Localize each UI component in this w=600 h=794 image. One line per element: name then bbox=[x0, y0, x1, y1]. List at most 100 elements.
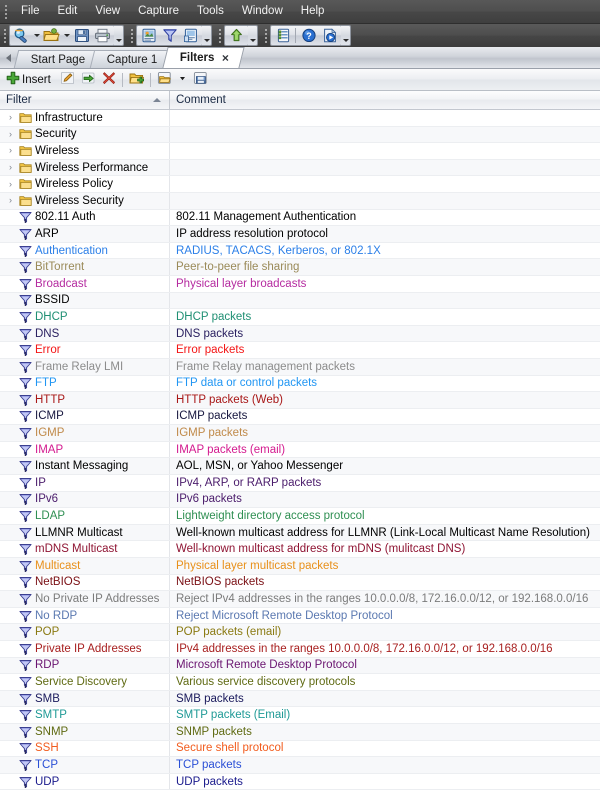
open-folder-icon[interactable] bbox=[41, 26, 62, 45]
table-row[interactable]: No RDPReject Microsoft Remote Desktop Pr… bbox=[0, 608, 600, 625]
menu-item-edit[interactable]: Edit bbox=[49, 2, 87, 21]
table-row[interactable]: ›Wireless bbox=[0, 143, 600, 160]
table-row[interactable]: No Private IP AddressesReject IPv4 addre… bbox=[0, 591, 600, 608]
menu-item-help[interactable]: Help bbox=[292, 2, 334, 21]
open-dropdown-caret[interactable] bbox=[62, 26, 71, 45]
table-row[interactable]: Service DiscoveryVarious service discove… bbox=[0, 674, 600, 691]
table-row[interactable]: Instant MessagingAOL, MSN, or Yahoo Mess… bbox=[0, 458, 600, 475]
table-row[interactable]: SNMPSNMP packets bbox=[0, 724, 600, 741]
table-row[interactable]: LLMNR MulticastWell-known multicast addr… bbox=[0, 525, 600, 542]
table-row[interactable]: AuthenticationRADIUS, TACACS, Kerberos, … bbox=[0, 243, 600, 260]
table-row[interactable]: POPPOP packets (email) bbox=[0, 624, 600, 641]
funnel-icon bbox=[17, 293, 34, 307]
duplicate-button[interactable] bbox=[78, 70, 99, 89]
details-list-icon[interactable] bbox=[272, 26, 293, 45]
column-header-comment[interactable]: Comment bbox=[170, 91, 600, 109]
filters-grid[interactable]: ›Infrastructure›Security›Wireless›Wirele… bbox=[0, 110, 600, 794]
chevron-right-icon[interactable]: › bbox=[4, 146, 17, 155]
table-row[interactable]: MulticastPhysical layer multicast packet… bbox=[0, 558, 600, 575]
chevron-right-icon[interactable]: › bbox=[4, 196, 17, 205]
filter-name-label: Infrastructure bbox=[34, 112, 103, 124]
tab-start-page[interactable]: Start Page bbox=[14, 50, 101, 68]
save-icon[interactable] bbox=[71, 26, 92, 45]
table-row[interactable]: TCPTCP packets bbox=[0, 757, 600, 774]
table-row[interactable]: IMAPIMAP packets (email) bbox=[0, 442, 600, 459]
table-row[interactable]: SMBSMB packets bbox=[0, 691, 600, 708]
chevron-right-icon[interactable]: › bbox=[4, 163, 17, 172]
chevron-right-icon[interactable]: › bbox=[4, 130, 17, 139]
export-button[interactable] bbox=[190, 70, 211, 89]
table-row[interactable]: HTTPHTTP packets (Web) bbox=[0, 392, 600, 409]
table-row[interactable]: IGMPIGMP packets bbox=[0, 425, 600, 442]
cell-filter-name: Service Discovery bbox=[0, 674, 170, 690]
print-icon[interactable] bbox=[92, 26, 113, 45]
table-row[interactable]: Private IP AddressesIPv4 addresses in th… bbox=[0, 641, 600, 658]
packets-view-icon[interactable] bbox=[138, 26, 159, 45]
table-row[interactable]: ›Wireless Policy bbox=[0, 176, 600, 193]
table-row[interactable]: SMTPSMTP packets (Email) bbox=[0, 707, 600, 724]
table-row[interactable]: ICMPICMP packets bbox=[0, 409, 600, 426]
comment-label: IP address resolution protocol bbox=[176, 228, 328, 240]
delete-button[interactable] bbox=[99, 70, 119, 89]
table-row[interactable]: ARPIP address resolution protocol bbox=[0, 226, 600, 243]
toolbar-overflow-1[interactable] bbox=[114, 25, 124, 46]
menu-item-file[interactable]: File bbox=[12, 2, 49, 21]
import-dropdown-caret[interactable] bbox=[175, 70, 190, 89]
cell-comment: DNS packets bbox=[170, 326, 600, 342]
funnel-icon bbox=[17, 393, 34, 407]
table-row[interactable]: BroadcastPhysical layer broadcasts bbox=[0, 276, 600, 293]
tab-capture-1[interactable]: Capture 1 bbox=[90, 50, 173, 68]
menu-item-capture[interactable]: Capture bbox=[129, 2, 188, 21]
table-row[interactable]: DNSDNS packets bbox=[0, 326, 600, 343]
table-row[interactable]: mDNS MulticastWell-known multicast addre… bbox=[0, 541, 600, 558]
chevron-right-icon[interactable]: › bbox=[4, 113, 17, 122]
tab-filters[interactable]: Filters × bbox=[162, 47, 244, 68]
menu-bar-grip[interactable] bbox=[2, 4, 10, 20]
table-row[interactable]: ErrorError packets bbox=[0, 342, 600, 359]
toolbar-group-grip-2[interactable] bbox=[128, 27, 135, 44]
help-icon[interactable]: ? bbox=[298, 26, 319, 45]
column-header-filter[interactable]: Filter bbox=[0, 91, 170, 109]
import-button[interactable] bbox=[154, 70, 175, 89]
table-row[interactable]: IPIPv4, ARP, or RARP packets bbox=[0, 475, 600, 492]
table-row[interactable]: ›Security bbox=[0, 127, 600, 144]
table-row[interactable]: FTPFTP data or control packets bbox=[0, 376, 600, 393]
table-row[interactable]: LDAPLightweight directory access protoco… bbox=[0, 508, 600, 525]
toolbar-group-grip-1[interactable] bbox=[1, 27, 8, 44]
table-row[interactable]: 802.11 Auth802.11 Management Authenticat… bbox=[0, 210, 600, 227]
table-row[interactable]: Frame Relay LMIFrame Relay management pa… bbox=[0, 359, 600, 376]
menu-item-window[interactable]: Window bbox=[233, 2, 292, 21]
expert-view-icon[interactable] bbox=[180, 26, 201, 45]
toolbar-overflow-3[interactable] bbox=[248, 25, 258, 46]
toolbar-overflow-4[interactable] bbox=[341, 25, 351, 46]
menu-item-tools[interactable]: Tools bbox=[188, 2, 233, 21]
video-icon[interactable] bbox=[319, 26, 340, 45]
insert-button[interactable]: Insert bbox=[3, 70, 57, 89]
capture-magnifier-icon[interactable] bbox=[11, 26, 32, 45]
table-row[interactable]: DHCPDHCP packets bbox=[0, 309, 600, 326]
table-row[interactable]: › Infrastructure bbox=[0, 110, 600, 127]
table-row[interactable]: BSSID bbox=[0, 293, 600, 310]
table-row[interactable]: IPv6IPv6 packets bbox=[0, 492, 600, 509]
toolbar-group-grip-4[interactable] bbox=[262, 27, 269, 44]
table-row[interactable]: BitTorrentPeer-to-peer file sharing bbox=[0, 259, 600, 276]
table-row[interactable]: RDPMicrosoft Remote Desktop Protocol bbox=[0, 658, 600, 675]
comment-label: NetBIOS packets bbox=[176, 576, 264, 588]
filter-name-label: 802.11 Auth bbox=[34, 211, 96, 223]
table-row[interactable]: ›Wireless Performance bbox=[0, 160, 600, 177]
toolbar-overflow-2[interactable] bbox=[202, 25, 212, 46]
table-row[interactable]: ›Wireless Security bbox=[0, 193, 600, 210]
table-row[interactable]: SSHSecure shell protocol bbox=[0, 741, 600, 758]
edit-button[interactable] bbox=[57, 70, 78, 89]
filters-view-icon[interactable] bbox=[159, 26, 180, 45]
new-folder-button[interactable] bbox=[126, 70, 147, 89]
send-up-icon[interactable] bbox=[226, 26, 247, 45]
chevron-right-icon[interactable]: › bbox=[4, 180, 17, 189]
capture-dropdown-caret[interactable] bbox=[32, 26, 41, 45]
cell-comment: FTP data or control packets bbox=[170, 376, 600, 392]
table-row[interactable]: NetBIOSNetBIOS packets bbox=[0, 575, 600, 592]
table-row[interactable]: UDPUDP packets bbox=[0, 774, 600, 791]
close-icon[interactable]: × bbox=[221, 52, 228, 64]
toolbar-group-grip-3[interactable] bbox=[216, 27, 223, 44]
menu-item-view[interactable]: View bbox=[86, 2, 129, 21]
